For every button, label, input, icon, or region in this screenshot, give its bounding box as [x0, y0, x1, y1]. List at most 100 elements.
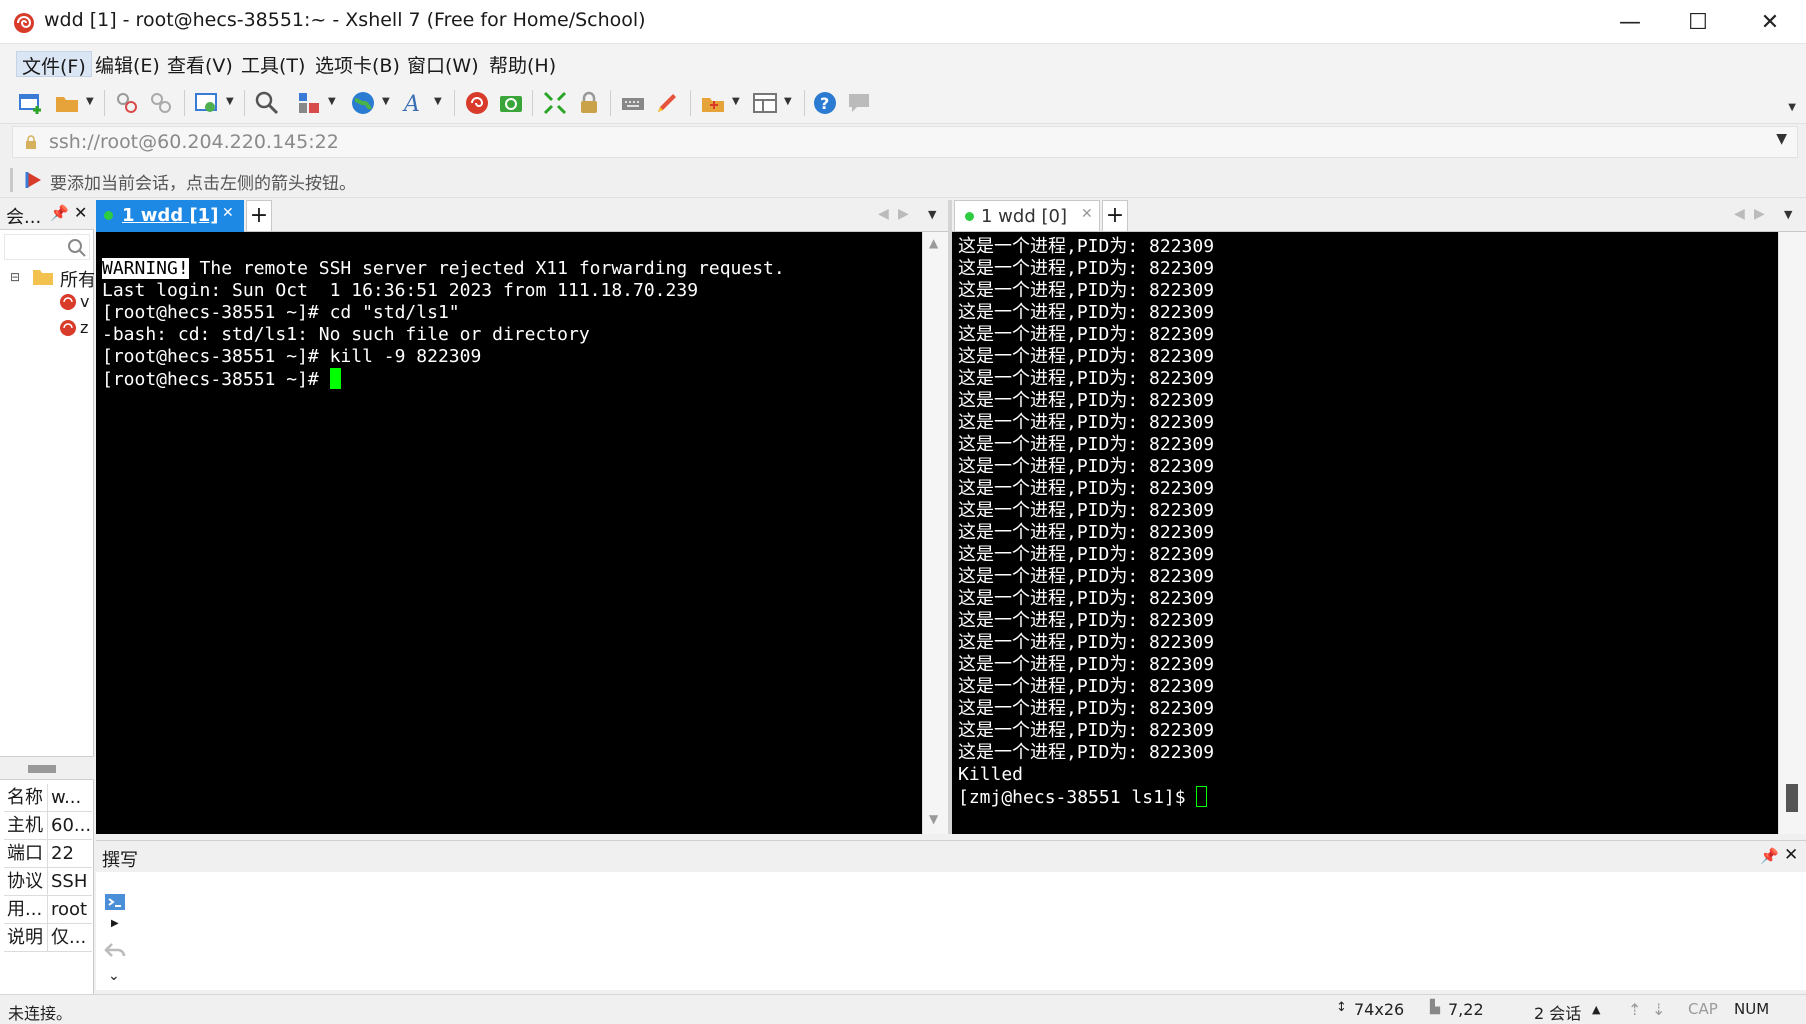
- chevron-up-icon[interactable]: ▲: [1592, 1003, 1600, 1016]
- terminal-line: 这是一个进程,PID为: 822309: [958, 588, 1215, 609]
- menu-tools[interactable]: 工具(T): [236, 51, 310, 77]
- globe-icon[interactable]: [350, 90, 376, 116]
- chat-icon[interactable]: [846, 90, 872, 116]
- new-session-icon[interactable]: [18, 90, 44, 116]
- highlight-icon[interactable]: [654, 90, 680, 116]
- menu-file[interactable]: 文件(F): [16, 51, 92, 78]
- left-panel-bottom: [0, 834, 94, 994]
- tab-close-icon[interactable]: ✕: [1081, 206, 1093, 222]
- compose-header: 撰写 📌 ✕: [96, 840, 1806, 872]
- properties-icon[interactable]: [194, 90, 220, 116]
- terminal-line: 这是一个进程,PID为: 822309: [958, 522, 1215, 543]
- splitter-grip: [28, 765, 56, 773]
- close-icon[interactable]: ✕: [74, 203, 87, 222]
- double-chevron-down-icon[interactable]: ⌄: [108, 968, 120, 984]
- toolbar: ▼ ▼ ▼ ▼ A ▼ ▼ ▼ ? ▼: [0, 82, 1806, 124]
- tree-item-label[interactable]: z: [80, 318, 94, 337]
- right-terminal[interactable]: 这是一个进程,PID为: 822309 这是一个进程,PID为: 822309 …: [952, 232, 1778, 834]
- chevron-down-icon[interactable]: ▼: [382, 92, 394, 112]
- menu-window[interactable]: 窗口(W): [402, 51, 484, 77]
- left-terminal-scrollbar[interactable]: ▲ ▼: [922, 232, 948, 834]
- session-icon[interactable]: [58, 292, 78, 312]
- scrollbar-thumb[interactable]: [1786, 784, 1798, 812]
- close-icon[interactable]: ✕: [1784, 845, 1798, 865]
- close-button[interactable]: ✕: [1734, 0, 1806, 44]
- menu-tabs[interactable]: 选项卡(B): [310, 51, 405, 77]
- compose-title: 撰写: [102, 850, 138, 871]
- toolbar-overflow-icon[interactable]: ▼: [1788, 102, 1796, 113]
- menu-edit[interactable]: 编辑(E): [90, 51, 165, 77]
- terminal-line: 这是一个进程,PID为: 822309: [958, 302, 1215, 323]
- scroll-down-icon[interactable]: ▼: [929, 812, 938, 826]
- search-icon[interactable]: [67, 238, 87, 258]
- tab-wdd-0[interactable]: 1 wdd [0] ✕: [954, 200, 1100, 232]
- tree-root-label[interactable]: 所有: [60, 266, 94, 292]
- svg-text:?: ?: [820, 94, 829, 113]
- open-folder-icon[interactable]: [54, 90, 80, 116]
- session-icon[interactable]: [58, 318, 78, 338]
- tab-list-icon[interactable]: ▼: [928, 208, 936, 221]
- pin-icon[interactable]: 📌: [1760, 847, 1779, 865]
- scroll-up-icon[interactable]: ▲: [929, 236, 938, 250]
- terminal-cursor: [329, 368, 341, 389]
- tree-item-label[interactable]: v: [80, 292, 94, 311]
- tab-wdd-1[interactable]: 1 wdd [1] ✕: [96, 200, 244, 232]
- layout-icon[interactable]: [296, 90, 322, 116]
- maximize-button[interactable]: ☐: [1662, 0, 1734, 44]
- tab-label: 1 wdd [0]: [981, 206, 1067, 227]
- tab-scroll-left-icon[interactable]: ◀: [878, 206, 889, 222]
- menu-help[interactable]: 帮助(H): [484, 51, 561, 77]
- chevron-down-icon[interactable]: ▼: [328, 92, 340, 112]
- hint-text: 要添加当前会话，点击左侧的箭头按钮。: [50, 174, 356, 194]
- font-icon[interactable]: A: [402, 90, 428, 116]
- find-icon[interactable]: [254, 90, 280, 116]
- fullscreen-icon[interactable]: [542, 90, 568, 116]
- undo-icon[interactable]: [104, 940, 126, 960]
- xftp-icon[interactable]: [498, 90, 524, 116]
- tab-list-icon[interactable]: ▼: [1784, 208, 1792, 221]
- tab-scroll-right-icon[interactable]: ▶: [898, 206, 909, 222]
- new-tab-button[interactable]: +: [246, 200, 272, 232]
- tab-close-icon[interactable]: ✕: [222, 205, 234, 221]
- menu-view[interactable]: 查看(V): [162, 51, 238, 77]
- tab-scroll-right-icon[interactable]: ▶: [1754, 206, 1765, 222]
- lock-icon[interactable]: [576, 90, 602, 116]
- chevron-down-icon[interactable]: ▼: [226, 92, 238, 112]
- svg-text:A: A: [402, 92, 420, 116]
- add-session-arrow-icon[interactable]: [24, 170, 44, 190]
- compose-area[interactable]: ▶ ⌄: [96, 872, 1806, 990]
- chevron-down-icon[interactable]: ▼: [784, 92, 796, 112]
- terminal-line: 这是一个进程,PID为: 822309: [958, 500, 1215, 521]
- right-terminal-scrollbar[interactable]: [1778, 232, 1806, 834]
- xshell-icon[interactable]: [464, 90, 490, 116]
- reconnect-icon[interactable]: [114, 90, 140, 116]
- transfer-icon[interactable]: [700, 90, 726, 116]
- pin-icon[interactable]: 📌: [50, 204, 69, 222]
- help-icon[interactable]: ?: [812, 90, 838, 116]
- split-layout-icon[interactable]: [752, 90, 778, 116]
- keyboard-icon[interactable]: [620, 90, 646, 116]
- session-search-input[interactable]: [4, 234, 90, 260]
- arrow-up-icon[interactable]: ⇡: [1628, 1000, 1641, 1019]
- left-terminal[interactable]: WARNING! The remote SSH server rejected …: [96, 232, 922, 834]
- chevron-down-icon[interactable]: ▼: [434, 92, 446, 112]
- tab-scroll-left-icon[interactable]: ◀: [1734, 206, 1745, 222]
- chevron-down-icon[interactable]: ▼: [1776, 131, 1787, 147]
- panel-splitter[interactable]: [0, 756, 94, 780]
- session-count[interactable]: 2 会话: [1534, 1000, 1581, 1024]
- address-input[interactable]: ssh://root@60.204.220.145:22: [49, 131, 339, 153]
- tree-collapse-icon[interactable]: ⊟: [10, 270, 20, 284]
- chevron-down-icon[interactable]: ▼: [86, 92, 98, 112]
- arrow-down-icon[interactable]: ⇣: [1652, 1000, 1665, 1019]
- terminal-line: 这是一个进程,PID为: 822309: [958, 390, 1215, 411]
- connected-status-icon: [965, 212, 974, 221]
- minimize-button[interactable]: —: [1594, 0, 1666, 44]
- disconnect-icon[interactable]: [148, 90, 174, 116]
- terminal-icon[interactable]: [104, 892, 126, 912]
- chevron-down-icon[interactable]: ▼: [732, 92, 744, 112]
- left-tab-bar: 1 wdd [1] ✕ + ◀ ▶ ▼: [96, 200, 948, 232]
- terminal-text: The remote SSH server rejected X11 forwa…: [188, 258, 785, 279]
- address-bar[interactable]: ssh://root@60.204.220.145:22 ▼: [12, 126, 1798, 158]
- new-tab-button[interactable]: +: [1102, 200, 1128, 232]
- expand-icon[interactable]: ▶: [111, 918, 119, 929]
